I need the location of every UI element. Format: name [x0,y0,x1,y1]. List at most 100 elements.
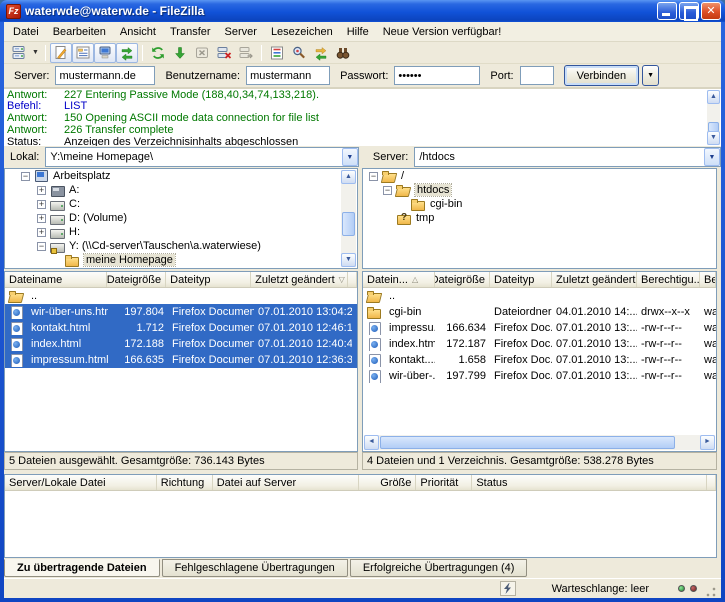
username-input[interactable] [246,66,331,85]
toggle-remote-tree-button[interactable] [94,42,116,63]
file-row[interactable]: kontakt.... 1.658 Firefox Doc... 07.01.2… [363,352,716,368]
scrollbar-thumb[interactable] [342,212,355,236]
remote-list-hscrollbar[interactable]: ◄ ► [364,435,715,450]
scroll-up-icon[interactable]: ▲ [707,90,720,104]
reconnect-button[interactable] [235,43,257,63]
site-manager-button[interactable] [8,43,30,63]
file-row[interactable]: cgi-bin Dateiordner 04.01.2010 14:... dr… [363,304,716,320]
sync-browsing-button[interactable] [310,43,332,63]
file-row[interactable]: impressum.html 166.635 Firefox Document … [5,352,357,368]
toggle-queue-button[interactable] [116,42,138,63]
tree-item-htdocs[interactable]: htdocs [363,183,716,197]
tree-item-arbeitsplatz[interactable]: Arbeitsplatz [5,169,357,183]
column-header-zuletzt-geaendert[interactable]: Zuletzt geändert [552,272,637,287]
scroll-down-icon[interactable]: ▼ [707,131,720,145]
find-button[interactable] [332,43,354,63]
menu-datei[interactable]: Datei [6,24,46,40]
chevron-down-icon[interactable]: ▼ [341,148,358,166]
server-input[interactable] [55,66,156,85]
column-header-dateityp[interactable]: Dateityp [490,272,552,287]
column-header-dateigroesse[interactable]: Dateigröße [435,272,490,287]
menu-server[interactable]: Server [218,24,264,40]
title-bar[interactable]: Fz waterwde@waterw.de - FileZilla [0,0,725,22]
scroll-left-icon[interactable]: ◄ [364,435,379,450]
expand-icon[interactable] [37,213,46,223]
column-header-dateigroesse[interactable]: Dateigröße [107,272,167,287]
tree-item-drive-a[interactable]: A: [5,183,357,197]
tree-item-drive-c[interactable]: C: [5,197,357,211]
file-row[interactable]: wir-über-... 197.799 Firefox Doc... 07.0… [363,368,716,384]
filter-button[interactable] [266,43,288,63]
expand-icon[interactable] [37,199,46,209]
scrollbar-thumb[interactable] [380,436,675,449]
tree-item-meine-homepage[interactable]: meine Homepage [5,253,357,267]
tree-item-drive-d[interactable]: D: (Volume) [5,211,357,225]
collapse-icon[interactable] [383,185,392,195]
column-header-berechtigungen[interactable]: Berechtigu... [637,272,700,287]
minimize-button[interactable] [657,2,677,20]
column-header-dateiname[interactable]: Dateiname [5,272,107,287]
tree-item-drive-h[interactable]: H: [5,225,357,239]
resize-grip[interactable] [705,586,717,598]
menu-hilfe[interactable]: Hilfe [340,24,376,40]
file-row[interactable]: impressu... 166.634 Firefox Doc... 07.01… [363,320,716,336]
menu-lesezeichen[interactable]: Lesezeichen [264,24,340,40]
toggle-local-tree-button[interactable] [72,42,94,63]
column-header-dateiname[interactable]: Datein... △ [363,272,435,287]
close-button[interactable] [701,2,721,20]
column-header-prioritaet[interactable]: Priorität [416,475,473,490]
scroll-down-icon[interactable]: ▼ [341,253,356,267]
local-tree-scrollbar[interactable]: ▲ ▼ [341,170,356,267]
column-header-status[interactable]: Status [472,475,707,490]
quickconnect-button[interactable]: Verbinden [563,65,640,86]
tree-item-root[interactable]: / [363,169,716,183]
tab-fehlgeschlagene-uebertragungen[interactable]: Fehlgeschlagene Übertragungen [161,559,348,577]
password-input[interactable] [394,66,481,85]
site-manager-dropdown[interactable]: ▼ [30,43,41,63]
menu-bearbeiten[interactable]: Bearbeiten [46,24,113,40]
column-header-datei-auf-server[interactable]: Datei auf Server [213,475,360,490]
column-header-groesse[interactable]: Größe [359,475,417,490]
file-row[interactable]: index.html 172.188 Firefox Document 07.0… [5,336,357,352]
remote-path-combo[interactable]: /htdocs ▼ [414,147,721,167]
collapse-icon[interactable] [369,171,378,181]
expand-icon[interactable] [37,185,46,195]
menu-transfer[interactable]: Transfer [163,24,218,40]
toggle-message-log-button[interactable] [50,42,72,63]
file-row[interactable]: kontakt.html 1.712 Firefox Document 07.0… [5,320,357,336]
file-row-parent[interactable]: .. [363,288,716,304]
tab-zu-uebertragende-dateien[interactable]: Zu übertragende Dateien [4,559,160,577]
maximize-button[interactable] [679,2,699,21]
column-header-zuletzt-geaendert[interactable]: Zuletzt geändert ▽ [251,272,349,287]
refresh-button[interactable] [147,43,169,63]
tab-erfolgreiche-uebertragungen[interactable]: Erfolgreiche Übertragungen (4) [349,559,528,577]
disconnect-button[interactable] [213,43,235,63]
process-queue-button[interactable] [169,43,191,63]
quickconnect-dropdown[interactable]: ▼ [642,65,660,86]
cancel-button[interactable] [191,43,213,63]
tree-item-cgi-bin[interactable]: cgi-bin [363,197,716,211]
tree-item-tmp[interactable]: tmp [363,211,716,225]
tree-item-drive-y[interactable]: Y: (\\Cd-server\Tauschen\a.waterwiese) [5,239,357,254]
column-header-richtung[interactable]: Richtung [157,475,213,490]
scroll-up-icon[interactable]: ▲ [341,170,356,184]
chevron-down-icon[interactable]: ▼ [704,148,720,166]
column-header-server-lokale-datei[interactable]: Server/Lokale Datei [5,475,157,490]
local-path-combo[interactable]: Y:\meine Homepage\ ▼ [45,147,359,167]
collapse-icon[interactable] [21,171,30,181]
log-scrollbar[interactable]: ▲ ▼ [707,90,720,145]
collapse-icon[interactable] [37,241,46,251]
menu-ansicht[interactable]: Ansicht [113,24,163,40]
expand-icon[interactable] [37,227,46,237]
compare-button[interactable] [288,43,310,63]
scroll-right-icon[interactable]: ► [700,435,715,450]
firefox-document-icon [9,353,24,367]
menu-neue-version[interactable]: Neue Version verfügbar! [376,24,509,40]
port-input[interactable] [519,66,554,85]
file-row[interactable]: wir-über-uns.html 197.804 Firefox Docume… [5,304,357,320]
file-row-parent[interactable]: .. [5,288,357,304]
file-row[interactable]: index.html 172.187 Firefox Doc... 07.01.… [363,336,716,352]
speed-limit-icon[interactable] [499,581,516,596]
column-header-besitzer[interactable]: Bes... [700,272,716,287]
column-header-dateityp[interactable]: Dateityp [166,272,252,287]
